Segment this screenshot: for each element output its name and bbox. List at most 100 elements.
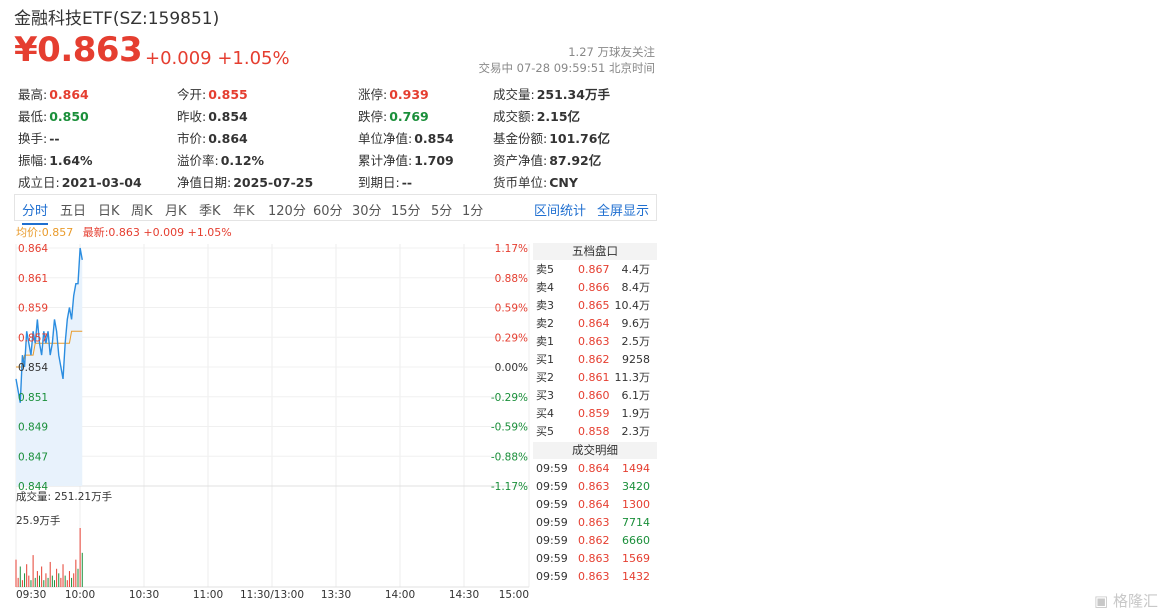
stat-label: 货币单位: <box>493 175 548 190</box>
trade-volume: 1569 <box>622 552 650 565</box>
time-axis-label: 09:30 <box>16 589 46 601</box>
time-axis-label: 13:30 <box>321 589 351 601</box>
tab-period[interactable]: 120分 <box>268 200 306 219</box>
bid-price: 0.862 <box>578 353 610 366</box>
tab-period[interactable]: 年K <box>233 200 255 219</box>
stat-label: 单位净值: <box>358 131 413 146</box>
followers-count[interactable]: 1.27 万球友关注 <box>568 44 655 60</box>
tab-period[interactable]: 月K <box>165 200 187 219</box>
stat-value: 0.864 <box>208 131 248 146</box>
volume-label: 成交量: 251.21万手 <box>16 490 112 503</box>
watermark-icon: ▣ <box>1094 592 1109 610</box>
ask-price: 0.864 <box>578 317 610 330</box>
stat-value: 0.850 <box>49 109 89 124</box>
tab-period[interactable]: 五日 <box>60 200 86 219</box>
stat-value: -- <box>401 175 413 190</box>
stat-value: 0.12% <box>220 153 265 168</box>
stat-label: 基金份额: <box>493 131 548 146</box>
fullscreen-link[interactable]: 全屏显示 <box>597 200 649 219</box>
ask-volume: 10.4万 <box>614 299 651 312</box>
bid-level: 买2 <box>536 371 554 384</box>
stat-label: 最低: <box>18 109 48 124</box>
stat-value: 2.15亿 <box>536 109 581 124</box>
tab-period[interactable]: 30分 <box>352 200 382 219</box>
stat-label: 溢价率: <box>177 153 219 168</box>
order-book-row: 卖3 0.865 10.4万 <box>533 297 657 315</box>
bid-level: 买5 <box>536 425 554 438</box>
tab-period[interactable]: 季K <box>199 200 221 219</box>
stat-value: -- <box>49 131 60 146</box>
trade-row: 09:59 0.864 1300 <box>533 496 657 514</box>
time-axis-label: 14:00 <box>385 589 415 601</box>
price-change: +0.009 +1.05% <box>145 48 290 69</box>
tab-period[interactable]: 日K <box>98 200 120 219</box>
stat-value: 0.854 <box>208 109 248 124</box>
intraday-chart[interactable]: 0.864 1.17% 0.861 0.88% 0.859 0.59% 0.857 0.29%… <box>0 236 530 608</box>
stat-item: 成交量: 251.34万手 <box>493 84 610 103</box>
stat-item: 涨停: 0.939 <box>358 84 429 103</box>
trade-time: 09:59 <box>536 516 568 529</box>
range-stats-link[interactable]: 区间统计 <box>534 200 586 219</box>
stat-label: 累计净值: <box>358 153 413 168</box>
trade-price: 0.863 <box>578 570 610 583</box>
current-price: ¥0.863 <box>14 30 143 70</box>
time-axis-label: 10:30 <box>129 589 159 601</box>
order-book-row: 买5 0.858 2.3万 <box>533 423 657 441</box>
order-book-row: 卖2 0.864 9.6万 <box>533 315 657 333</box>
price-tick-label: 0.861 <box>18 273 48 285</box>
trade-volume: 6660 <box>622 534 650 547</box>
time-axis-label: 11:00 <box>193 589 223 601</box>
bid-volume: 11.3万 <box>614 371 651 384</box>
bid-level: 买4 <box>536 407 554 420</box>
stat-label: 换手: <box>18 131 48 146</box>
ask-price: 0.865 <box>578 299 610 312</box>
order-book-row: 买1 0.862 9258 <box>533 351 657 369</box>
price-tick-label: 0.859 <box>18 303 48 315</box>
ask-level: 卖1 <box>536 335 554 348</box>
stat-item: 换手: -- <box>18 128 60 147</box>
percent-tick-label: 1.17% <box>495 243 528 255</box>
stat-item: 净值日期: 2025-07-25 <box>177 172 313 191</box>
stat-label: 振幅: <box>18 153 48 168</box>
tab-period[interactable]: 15分 <box>391 200 421 219</box>
order-book-row: 卖5 0.867 4.4万 <box>533 261 657 279</box>
page-title: 金融科技ETF(SZ:159851) <box>14 9 220 29</box>
tab-period[interactable]: 5分 <box>431 200 452 219</box>
stat-item: 最低: 0.850 <box>18 106 89 125</box>
watermark-logo: ▣ 格隆汇 <box>1094 590 1158 611</box>
order-book-title: 五档盘口 <box>533 243 657 260</box>
bid-level: 买1 <box>536 353 554 366</box>
percent-tick-label: 0.29% <box>495 332 528 344</box>
chart-period-tabs: 分时 五日 日K 周K 月K 季K 年K 120分 60分 30分 15分 5分 1分 区间统计 全屏显示 <box>14 194 657 225</box>
stat-value: 251.34万手 <box>536 87 610 102</box>
bid-price: 0.860 <box>578 389 610 402</box>
stat-label: 成交额: <box>493 109 535 124</box>
stat-value: 1.709 <box>414 153 454 168</box>
stat-value: CNY <box>549 175 578 190</box>
trade-row: 09:59 0.864 1494 <box>533 460 657 478</box>
ask-level: 卖3 <box>536 299 554 312</box>
trades-title: 成交明细 <box>533 442 657 459</box>
time-axis-label: 11:30/13:00 <box>240 589 304 601</box>
tab-period[interactable]: 1分 <box>462 200 483 219</box>
percent-tick-label: 0.88% <box>495 273 528 285</box>
bid-volume: 2.3万 <box>621 425 651 438</box>
order-book-row: 卖1 0.863 2.5万 <box>533 333 657 351</box>
stat-label: 今开: <box>177 87 207 102</box>
tab-period[interactable]: 分时 <box>22 200 49 225</box>
stat-label: 跌停: <box>358 109 388 124</box>
stat-value: 1.64% <box>49 153 93 168</box>
trade-time: 09:59 <box>536 498 568 511</box>
trade-time: 09:59 <box>536 480 568 493</box>
stat-item: 成立日: 2021-03-04 <box>18 172 142 191</box>
stat-value: 2021-03-04 <box>61 175 142 190</box>
stat-item: 基金份额: 101.76亿 <box>493 128 610 147</box>
trade-row: 09:59 0.862 6660 <box>533 532 657 550</box>
stat-value: 0.864 <box>49 87 89 102</box>
price-tick-label: 0.851 <box>18 392 48 404</box>
tab-period[interactable]: 60分 <box>313 200 343 219</box>
stat-label: 净值日期: <box>177 175 232 190</box>
stat-item: 昨收: 0.854 <box>177 106 248 125</box>
trade-volume: 1300 <box>622 498 650 511</box>
tab-period[interactable]: 周K <box>131 200 153 219</box>
